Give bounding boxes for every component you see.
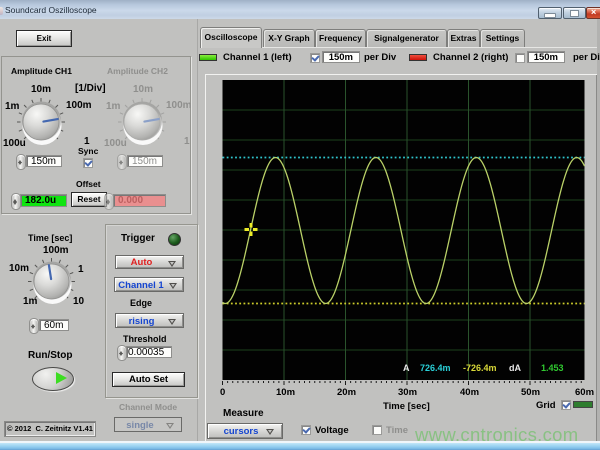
svg-text:1.453: 1.453 (541, 363, 564, 373)
svg-text:-726.4m: -726.4m (463, 363, 497, 373)
svg-text:A: A (403, 363, 410, 373)
svg-text:dA: dA (509, 363, 521, 373)
svg-text:726.4m: 726.4m (420, 363, 451, 373)
